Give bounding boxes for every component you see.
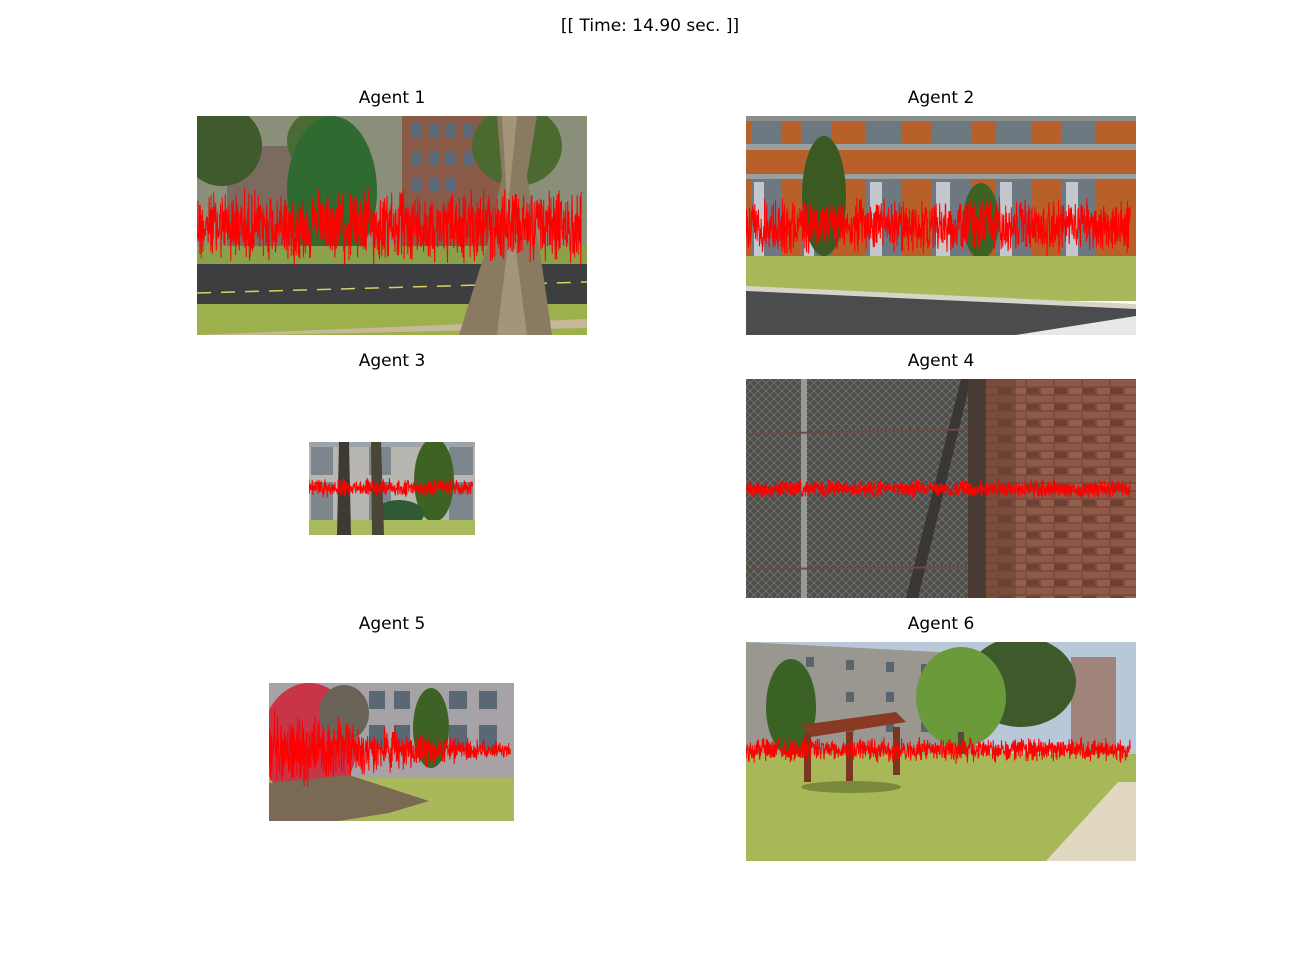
agent-3-waveform xyxy=(309,478,474,498)
agent-4-waveform xyxy=(746,479,1131,500)
agent-2-waveform xyxy=(746,197,1131,257)
agent-6-title: Agent 6 xyxy=(907,614,975,634)
agent-5-waveform xyxy=(269,709,511,787)
agent-5-title: Agent 5 xyxy=(358,614,426,634)
agent-6-waveform xyxy=(746,737,1131,764)
agent-3-camera-view xyxy=(309,442,475,535)
time-title: [[ Time: 14.90 sec. ]] xyxy=(560,16,740,36)
agent-3-title: Agent 3 xyxy=(358,351,426,371)
agent-2-camera-view xyxy=(746,116,1136,335)
agent-4-camera-view xyxy=(746,379,1136,598)
agent-6-camera-view xyxy=(746,642,1136,861)
agent-1-title: Agent 1 xyxy=(358,88,426,108)
agent-1-camera-view xyxy=(197,116,587,335)
agent-4-title: Agent 4 xyxy=(907,351,975,371)
agent-1-waveform xyxy=(197,187,582,267)
agent-5-camera-view xyxy=(269,683,514,821)
agent-2-title: Agent 2 xyxy=(907,88,975,108)
